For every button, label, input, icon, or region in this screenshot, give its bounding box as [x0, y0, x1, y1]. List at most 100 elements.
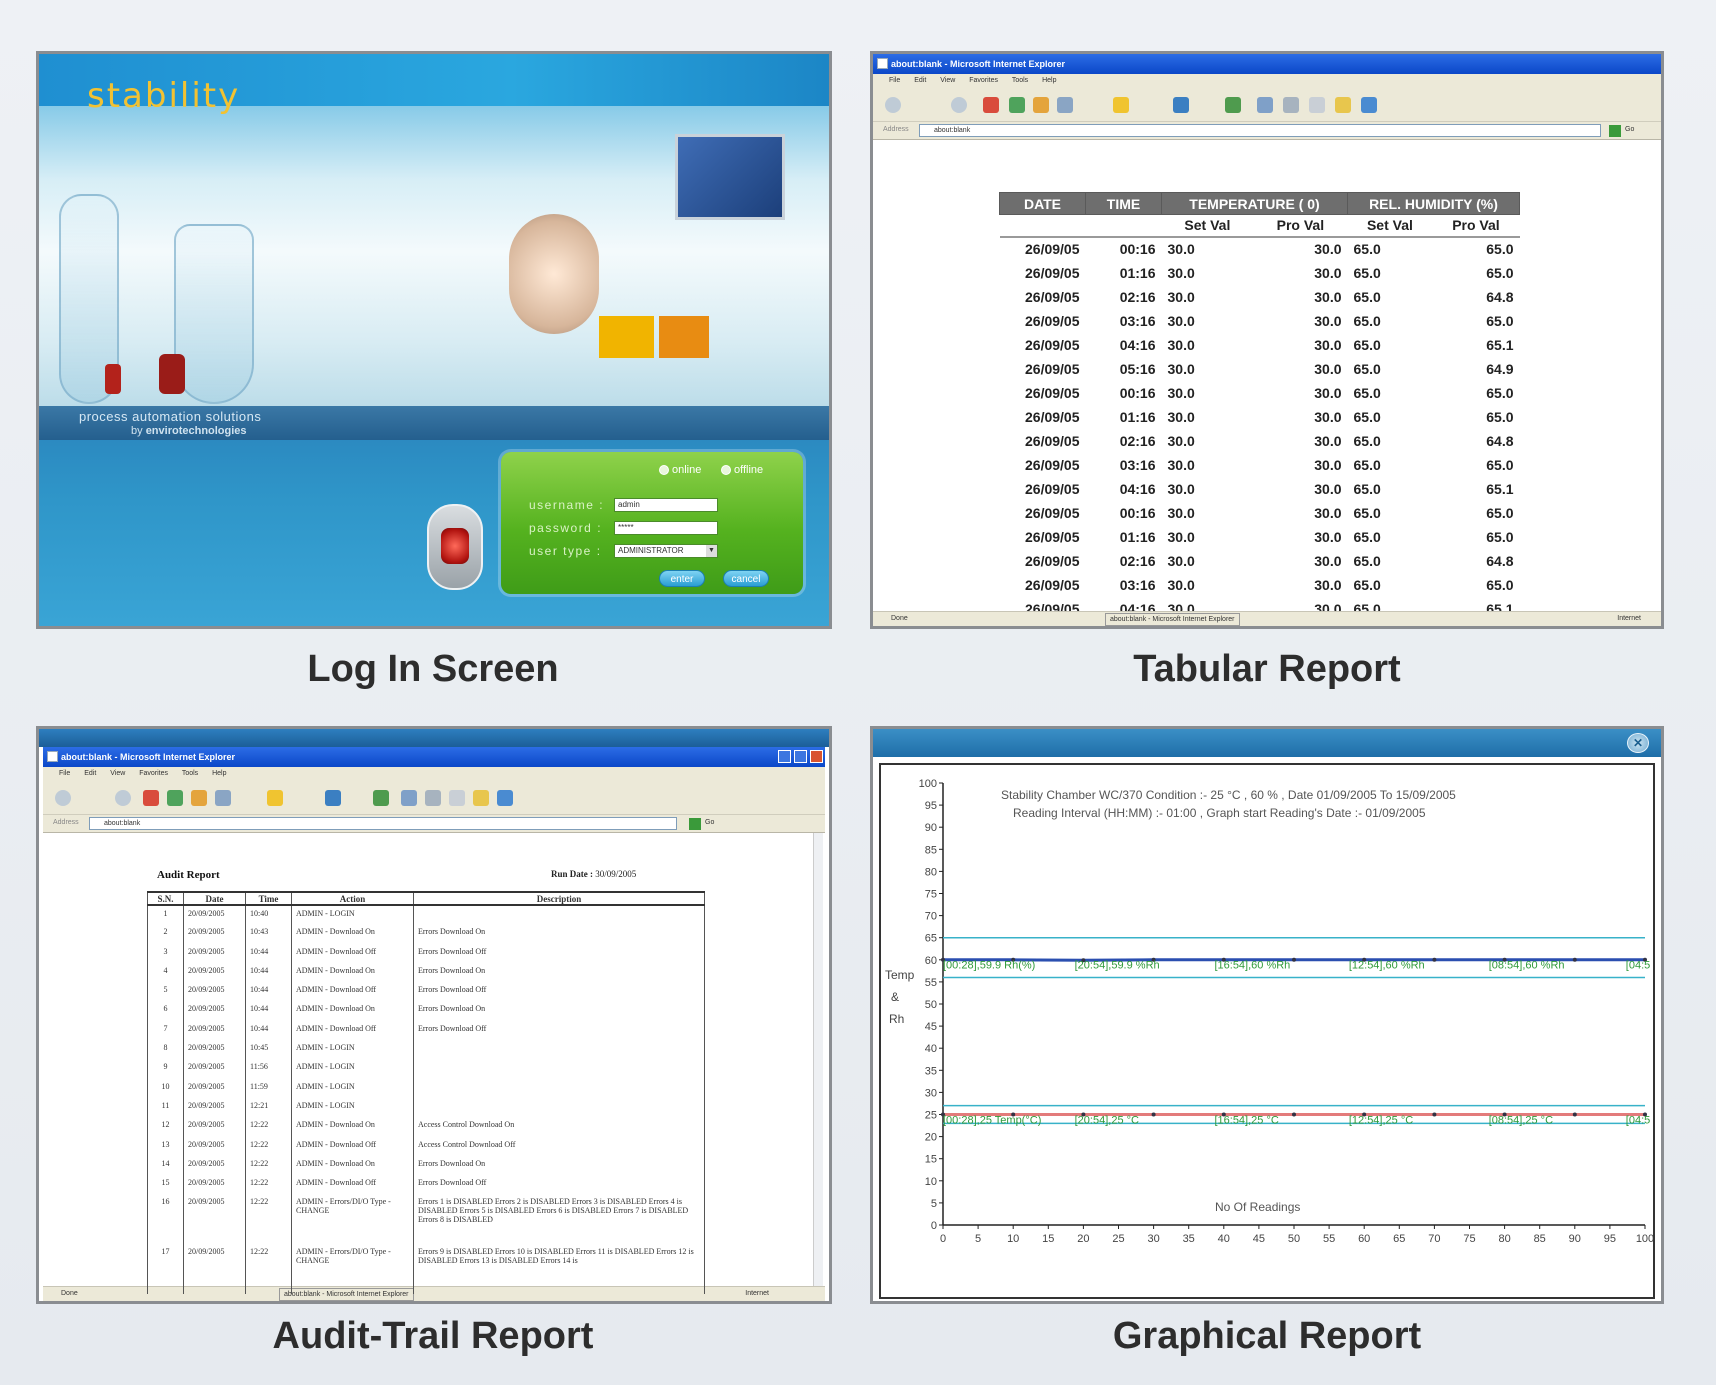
table-cell [413, 1078, 705, 1098]
back-icon[interactable] [885, 97, 901, 113]
rh-point-label: [04:5 [1626, 960, 1650, 972]
username-field[interactable]: admin [614, 498, 718, 512]
history-icon[interactable] [1225, 97, 1241, 113]
table-cell: 30.0 [1314, 360, 1342, 377]
go-arrow-icon[interactable] [689, 818, 701, 830]
y-tick-label: 100 [919, 778, 937, 790]
table-row: 26/09/05 04:16 30.0 30.0 65.0 65.1 [1000, 477, 1520, 501]
refresh-icon[interactable] [1009, 97, 1025, 113]
table-cell: 12:21 [245, 1097, 292, 1118]
table-cell: 5 [147, 982, 184, 1002]
radio-offline[interactable]: offline [721, 464, 763, 476]
forward-icon[interactable] [115, 790, 131, 806]
history-icon[interactable] [373, 790, 389, 806]
x-tick-label: 60 [1358, 1233, 1370, 1245]
table-cell: 16 [147, 1194, 184, 1245]
favorites-icon[interactable] [267, 790, 283, 806]
print-icon[interactable] [1283, 97, 1299, 113]
media-icon[interactable] [325, 790, 341, 806]
edit-icon[interactable] [1309, 97, 1325, 113]
table-cell: 14 [147, 1155, 184, 1176]
forward-icon[interactable] [951, 97, 967, 113]
table-cell: 00:16 [1119, 384, 1156, 401]
table-cell: 10:44 [245, 1001, 292, 1021]
table-row: 17 20/09/2005 12:22 ADMIN - Errors/DI/O Typ… [147, 1244, 705, 1295]
table-cell: 30.0 [1314, 264, 1342, 281]
x-tick-label: 65 [1393, 1233, 1405, 1245]
table-cell: 30.0 [1167, 360, 1195, 377]
chevron-down-icon[interactable]: ▼ [706, 545, 717, 557]
search-icon[interactable] [1057, 97, 1073, 113]
mail-icon[interactable] [1257, 97, 1273, 113]
media-icon[interactable] [1173, 97, 1189, 113]
table-cell: 12:22 [245, 1194, 292, 1245]
x-tick-label: 40 [1218, 1233, 1230, 1245]
browser-menu-bar[interactable]: File Edit View Favorites Tools Help [873, 74, 1661, 88]
stop-icon[interactable] [983, 97, 999, 113]
go-label[interactable]: Go [1625, 126, 1634, 133]
cancel-button[interactable]: cancel [723, 570, 769, 587]
table-cell: 26/09/05 [1025, 552, 1080, 569]
caption-graph: Graphical Report [1112, 1315, 1422, 1357]
maximize-icon[interactable] [794, 750, 807, 763]
table-cell: 20/09/2005 [183, 1117, 246, 1137]
browser-menu-bar[interactable]: File Edit View Favorites Tools Help [43, 767, 825, 781]
address-input[interactable]: about:blank [919, 124, 1601, 137]
search-icon[interactable] [215, 790, 231, 806]
usertype-select[interactable]: ADMINISTRATOR ▼ [614, 544, 718, 558]
go-label[interactable]: Go [705, 819, 714, 826]
table-row: 10 20/09/2005 11:59 ADMIN - LOGIN [147, 1078, 705, 1098]
table-cell: 20/09/2005 [183, 962, 246, 983]
table-cell: 01:16 [1119, 264, 1156, 281]
vertical-scrollbar[interactable] [813, 833, 823, 1286]
folder-icon[interactable] [473, 790, 489, 806]
browser-toolbar [43, 781, 825, 815]
thumbnail-image [599, 316, 654, 358]
table-cell: 04:16 [1119, 336, 1156, 353]
table-cell: 26/09/05 [1025, 312, 1080, 329]
close-icon[interactable] [810, 750, 823, 763]
password-field[interactable]: ***** [614, 521, 718, 535]
stop-icon[interactable] [143, 790, 159, 806]
byline-text: by envirotechnologies [131, 425, 247, 437]
table-cell: ADMIN - Download Off [291, 1175, 414, 1195]
mail-icon[interactable] [401, 790, 417, 806]
laptop-illustration [675, 134, 785, 220]
table-cell: Errors Download On [413, 962, 705, 983]
enter-button[interactable]: enter [659, 570, 705, 587]
table-cell: 26/09/05 [1025, 336, 1080, 353]
table-cell: 20/09/2005 [183, 1194, 246, 1245]
home-icon[interactable] [1033, 97, 1049, 113]
address-input[interactable]: about:blank [89, 817, 677, 830]
subheader-empty [999, 214, 1086, 238]
table-cell: 3 [147, 943, 184, 963]
edit-icon[interactable] [449, 790, 465, 806]
table-row: 4 20/09/2005 10:44 ADMIN - Download On Error… [147, 962, 705, 983]
status-taskbar-item[interactable]: about:blank - Microsoft Internet Explore… [1105, 613, 1240, 626]
table-cell: 30.0 [1167, 480, 1195, 497]
radio-online[interactable]: online [659, 464, 701, 476]
x-tick-label: 100 [1636, 1233, 1653, 1245]
print-icon[interactable] [425, 790, 441, 806]
y-tick-label: 50 [925, 999, 937, 1011]
y-tick-label: 35 [925, 1065, 937, 1077]
graph-frame: 0 5 10 15 20 25 30 35 40 45 50 55 60 65 70 75 80 85 90 95 10… [879, 763, 1655, 1299]
y-tick-label: 0 [931, 1220, 937, 1232]
table-row: 26/09/05 01:16 30.0 30.0 65.0 65.0 [1000, 405, 1520, 429]
rh-point-label: [08:54],60 %Rh [1489, 960, 1565, 972]
back-icon[interactable] [55, 790, 71, 806]
folder-icon[interactable] [1335, 97, 1351, 113]
subheader-rh-set: Set Val [1347, 214, 1433, 238]
table-cell: 20/09/2005 [183, 1001, 246, 1021]
messenger-icon[interactable] [497, 790, 513, 806]
messenger-icon[interactable] [1361, 97, 1377, 113]
fingerprint-scanner-icon[interactable] [427, 504, 483, 590]
table-cell: 65.0 [1353, 480, 1381, 497]
go-arrow-icon[interactable] [1609, 125, 1621, 137]
favorites-icon[interactable] [1113, 97, 1129, 113]
refresh-icon[interactable] [167, 790, 183, 806]
home-icon[interactable] [191, 790, 207, 806]
minimize-icon[interactable] [778, 750, 791, 763]
table-cell: Errors Download Off [413, 1175, 705, 1195]
close-icon[interactable]: ✕ [1627, 733, 1649, 753]
